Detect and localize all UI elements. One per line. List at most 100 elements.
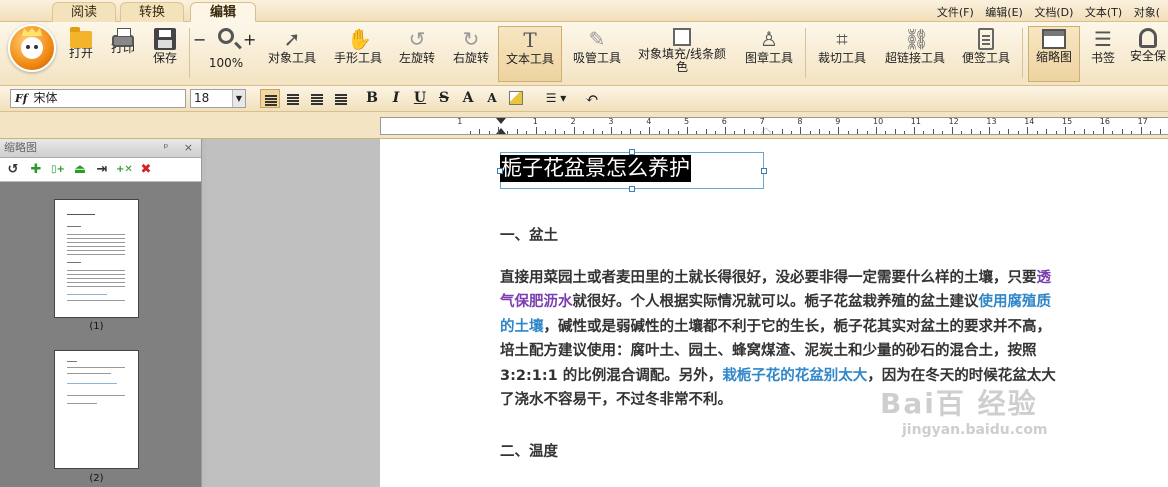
- ruler-tick: [866, 131, 868, 134]
- highlight-color-icon[interactable]: [506, 89, 526, 108]
- ruler-number: 1: [532, 117, 538, 126]
- align-center-button[interactable]: [283, 89, 303, 108]
- font-family-select[interactable]: Ff 宋体: [10, 89, 186, 108]
- rotate-right-button[interactable]: ↻ 右旋转: [450, 26, 492, 82]
- indent-marker-top[interactable]: [496, 118, 506, 124]
- ruler-tick: [592, 129, 594, 134]
- tab-convert[interactable]: 转换: [120, 2, 184, 22]
- ruler-tick: [1074, 131, 1076, 134]
- text-tool-button[interactable]: T 文本工具: [498, 26, 562, 82]
- menu-edit[interactable]: 编辑(E): [985, 6, 1023, 19]
- tab-edit[interactable]: 编辑: [190, 2, 256, 22]
- resize-handle[interactable]: [497, 168, 503, 174]
- thumbnail-text-line: [67, 361, 77, 362]
- ruler-tick: [1046, 129, 1048, 134]
- menu-file[interactable]: 文件(F): [937, 6, 974, 19]
- extract-page-icon[interactable]: ⏏: [72, 162, 88, 178]
- list-icon: ☰: [1094, 27, 1112, 51]
- insert-page-icon[interactable]: ▯+: [50, 162, 66, 178]
- ruler-tick: [838, 127, 840, 134]
- ruler-tick: [1036, 131, 1038, 134]
- link-tool-button[interactable]: ⛓ 超链接工具: [882, 26, 948, 82]
- panel-pin-close-icon[interactable]: ᵖ ×: [164, 139, 199, 157]
- folder-icon: [70, 27, 92, 48]
- ruler-tick: [535, 127, 537, 134]
- thumbnail-text-line: [67, 250, 125, 251]
- print-button[interactable]: 打印: [106, 26, 140, 82]
- ruler-tick: [1131, 131, 1133, 134]
- open-button[interactable]: 打开: [64, 26, 98, 82]
- ruler-bar: 1 1 2 3 4 5 6 7 8 9 10 11 12 13 14 15 16 17: [0, 112, 1168, 139]
- section-heading: 二、温度: [500, 444, 558, 460]
- bookmarks-button[interactable]: ☰ 书签: [1086, 26, 1120, 82]
- page-thumbnail-2[interactable]: [54, 350, 139, 469]
- rotate-page-icon[interactable]: ↺: [5, 162, 21, 178]
- page-thumbnail-label: (1): [89, 321, 104, 332]
- align-left-button[interactable]: [260, 89, 280, 108]
- ruler-tick: [479, 129, 481, 134]
- zoom-out-button[interactable]: −: [193, 30, 206, 86]
- italic-button[interactable]: I: [386, 89, 406, 108]
- ruler-tick: [876, 127, 877, 134]
- delete-page-icon[interactable]: ✖: [138, 162, 154, 178]
- subscript-button[interactable]: A: [482, 89, 502, 108]
- thumbnail-text-line: [67, 242, 125, 243]
- ruler-tick: [668, 129, 670, 134]
- thumbnail-view-icon: [1042, 29, 1066, 49]
- ruler-tick: [564, 131, 566, 134]
- ruler-tick: [620, 131, 622, 134]
- chevron-down-icon[interactable]: ▼: [232, 90, 245, 107]
- zoom-tool[interactable]: [212, 26, 240, 82]
- note-tool-button[interactable]: 便签工具: [958, 26, 1014, 82]
- ruler-tick: [951, 127, 953, 134]
- menu-text[interactable]: 文本(T): [1085, 6, 1122, 19]
- document-title[interactable]: 栀子花盆景怎么养护: [500, 155, 691, 182]
- ruler-tick: [1008, 129, 1010, 134]
- resize-handle[interactable]: [629, 186, 635, 192]
- add-page-icon[interactable]: ✚: [28, 162, 44, 178]
- thumbnails-button[interactable]: 缩略图: [1028, 26, 1080, 82]
- thumbnail-text-line: [67, 373, 111, 374]
- page-thumbnail-label: (2): [89, 473, 104, 484]
- stamp-tool-button[interactable]: ♙ 图章工具: [742, 26, 796, 82]
- align-justify-button[interactable]: [331, 89, 351, 108]
- undo-icon[interactable]: ↶: [582, 89, 602, 108]
- thumbnail-text-line: [67, 246, 125, 247]
- menu-object[interactable]: 对象(: [1134, 6, 1160, 19]
- security-button[interactable]: 安全保: [1128, 26, 1168, 82]
- export-page-icon[interactable]: ⇥: [94, 162, 110, 178]
- app-logo-icon[interactable]: [8, 24, 56, 72]
- object-tool-button[interactable]: ➚ 对象工具: [264, 26, 320, 82]
- tab-read[interactable]: 阅读: [52, 2, 116, 22]
- resize-handle[interactable]: [761, 168, 767, 174]
- align-right-button[interactable]: [307, 89, 327, 108]
- ruler-tick: [979, 131, 981, 134]
- line-style-dropdown[interactable]: ☰ ▾: [540, 89, 572, 108]
- bold-button[interactable]: B: [362, 89, 382, 108]
- underline-button[interactable]: U: [410, 89, 430, 108]
- replace-page-icon[interactable]: +✕: [116, 162, 133, 178]
- rotate-left-button[interactable]: ↺ 左旋转: [396, 26, 438, 82]
- page-thumbnail-1[interactable]: [54, 199, 139, 318]
- font-size-select[interactable]: 18 ▼: [190, 89, 246, 108]
- menu-document[interactable]: 文档(D): [1034, 6, 1073, 19]
- horizontal-ruler[interactable]: 1 1 2 3 4 5 6 7 8 9 10 11 12 13 14 15 16 17: [380, 117, 1168, 135]
- keyword-link[interactable]: 栽栀子花的花盆别太大: [722, 368, 867, 384]
- ruler-tick: [1140, 127, 1142, 134]
- tab-strip: 阅读 转换 编辑 文件(F) 编辑(E) 文档(D) 文本(T) 对象(: [0, 0, 1168, 22]
- resize-handle[interactable]: [629, 149, 635, 155]
- stamp-icon: ♙: [760, 27, 778, 51]
- ruler-tick: [498, 127, 499, 134]
- save-button[interactable]: 保存: [148, 26, 182, 82]
- superscript-button[interactable]: A: [458, 89, 478, 108]
- crop-tool-button[interactable]: ⌗ 裁切工具: [814, 26, 870, 82]
- link-icon: ⛓: [904, 27, 930, 51]
- crop-icon: ⌗: [836, 27, 848, 51]
- fill-color-button[interactable]: 对象填充/线条颜色: [634, 26, 730, 82]
- hand-tool-button[interactable]: ✋ 手形工具: [330, 26, 386, 82]
- strikethrough-button[interactable]: S: [434, 89, 454, 108]
- thumbnail-text-line: [67, 367, 125, 368]
- zoom-level[interactable]: 100%: [206, 56, 246, 70]
- ruler-number: 17: [1137, 117, 1148, 126]
- eyedropper-button[interactable]: ✎ 吸管工具: [570, 26, 624, 82]
